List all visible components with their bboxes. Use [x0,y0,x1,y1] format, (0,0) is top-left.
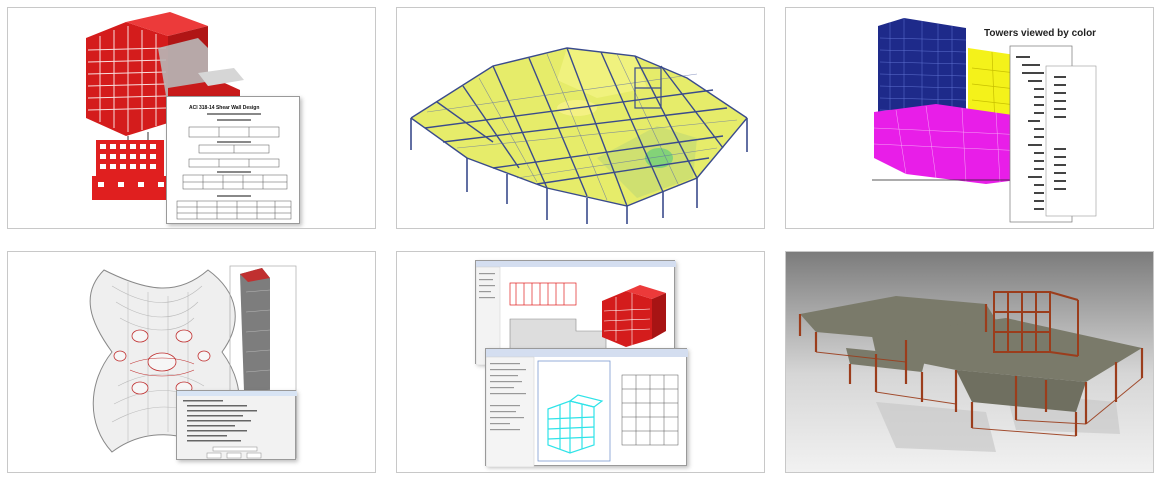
steel-floor-model [410,47,748,224]
revit-window-front[interactable] [485,348,688,467]
tower-plan-tile[interactable] [7,251,376,473]
design-options-dialog[interactable] [176,390,297,460]
rendered-steel-tile[interactable] [785,251,1154,473]
revit-front-content [486,349,688,467]
shear-wall-report[interactable]: ACI 318-14 Shear Wall Design [166,96,300,224]
report-table-lines [176,113,292,220]
towers-by-color-tile[interactable]: Towers viewed by color [785,7,1154,229]
colored-towers-model [872,18,1097,223]
dialog-controls [177,391,297,459]
revit-integration-tile[interactable] [396,251,765,473]
shear-wall-design-tile[interactable]: ACI 318-14 Shear Wall Design [7,7,376,229]
rendered-steel-model [786,252,1153,472]
floor-deflection-tile[interactable] [396,7,765,229]
